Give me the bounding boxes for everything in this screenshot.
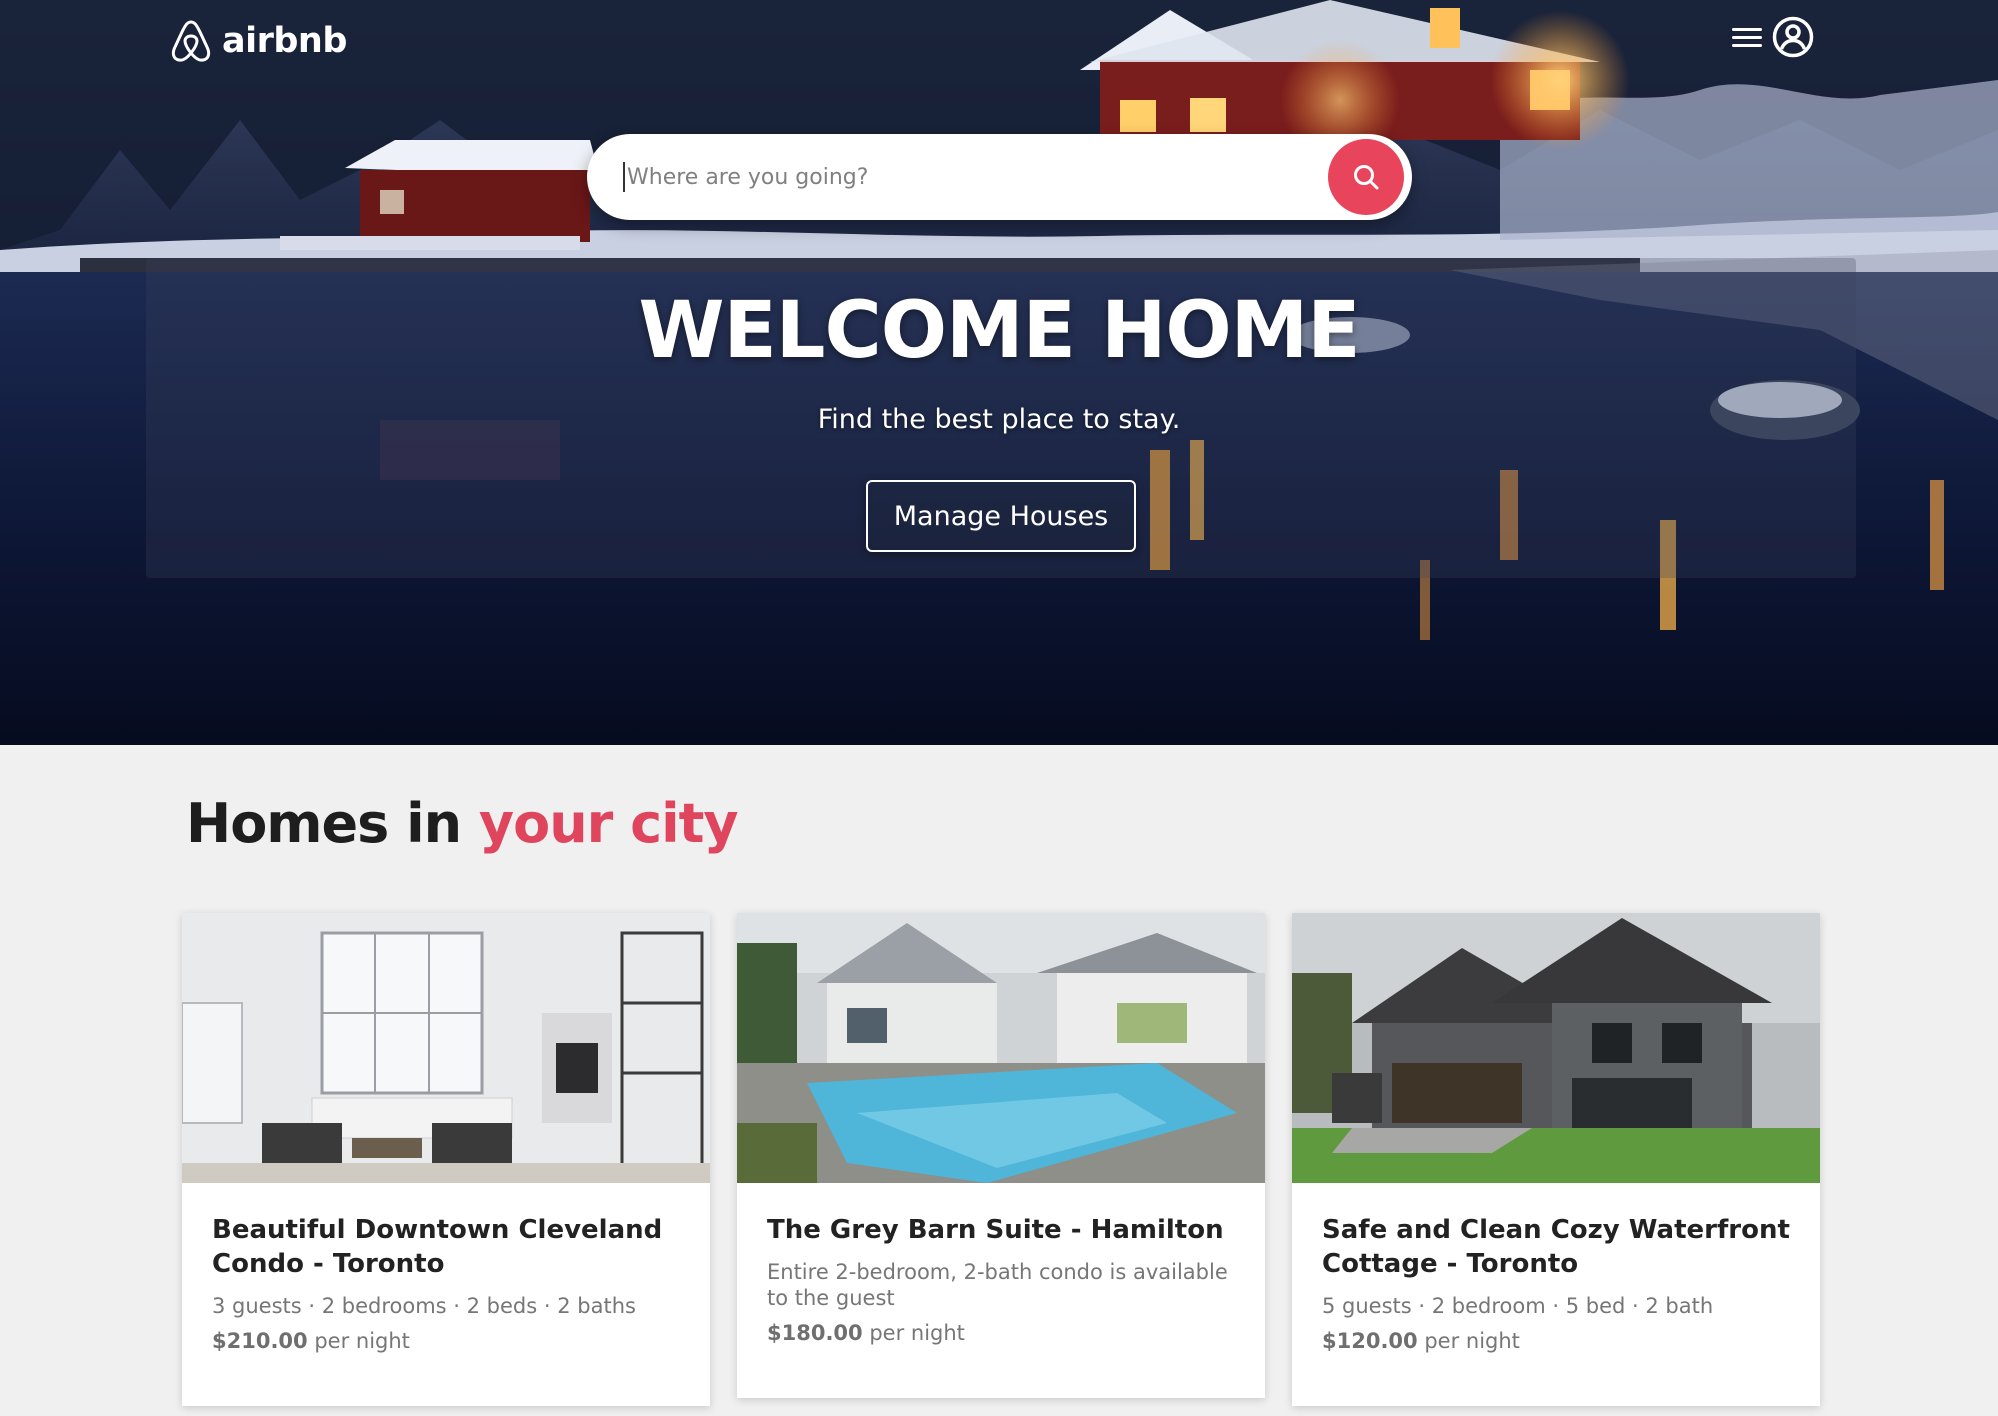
airbnb-belo-icon	[171, 20, 211, 62]
listing-title: Beautiful Downtown Cleveland Condo - Tor…	[212, 1215, 663, 1279]
section-title: Homes in your city	[186, 792, 739, 855]
hero-banner: airbnb WELCOME HOME Find the best place …	[0, 0, 1998, 745]
listing-card[interactable]: Safe and Clean Cozy Waterfront Cottage -…	[1292, 913, 1820, 1406]
listing-photo	[737, 913, 1265, 1183]
listing-details: 5 guests · 2 bedroom · 5 bed · 2 bath	[1322, 1294, 1714, 1318]
listing-card[interactable]: Beautiful Downtown Cleveland Condo - Tor…	[182, 913, 710, 1406]
listing-card[interactable]: The Grey Barn Suite - Hamilton Entire 2-…	[737, 913, 1265, 1398]
listing-details: 3 guests · 2 bedrooms · 2 beds · 2 baths	[212, 1294, 636, 1318]
brand-name: airbnb	[222, 21, 347, 61]
section-title-accent: your city	[478, 792, 739, 855]
listing-price-row: $210.00 per night	[212, 1329, 680, 1353]
listing-price-row: $120.00 per night	[1322, 1329, 1790, 1353]
search-icon	[1354, 165, 1379, 190]
listing-price-unit: per night	[869, 1321, 965, 1345]
user-account-icon[interactable]	[1772, 16, 1814, 58]
search-button[interactable]	[1328, 139, 1404, 215]
listing-photo	[182, 913, 710, 1183]
listing-price-row: $180.00 per night	[767, 1321, 1235, 1345]
listing-price-unit: per night	[1424, 1329, 1520, 1353]
listing-title: The Grey Barn Suite - Hamilton	[767, 1215, 1224, 1245]
listing-price: $180.00	[767, 1321, 863, 1345]
listing-title: Safe and Clean Cozy Waterfront Cottage -…	[1322, 1215, 1790, 1279]
hero-title: WELCOME HOME	[638, 286, 1360, 376]
brand-logo[interactable]: airbnb	[170, 18, 347, 64]
search-bar	[587, 134, 1412, 220]
hamburger-menu-icon[interactable]	[1732, 25, 1762, 49]
listing-price: $120.00	[1322, 1329, 1418, 1353]
listing-price: $210.00	[212, 1329, 308, 1353]
manage-houses-button[interactable]: Manage Houses	[866, 480, 1136, 552]
listing-details: Entire 2-bedroom, 2-bath condo is availa…	[767, 1260, 1228, 1310]
section-title-prefix: Homes in	[186, 792, 479, 855]
listing-price-unit: per night	[314, 1329, 410, 1353]
hero-subtitle: Find the best place to stay.	[817, 404, 1181, 435]
header-actions	[1732, 16, 1814, 58]
search-input[interactable]	[623, 162, 1328, 192]
listing-photo	[1292, 913, 1820, 1183]
